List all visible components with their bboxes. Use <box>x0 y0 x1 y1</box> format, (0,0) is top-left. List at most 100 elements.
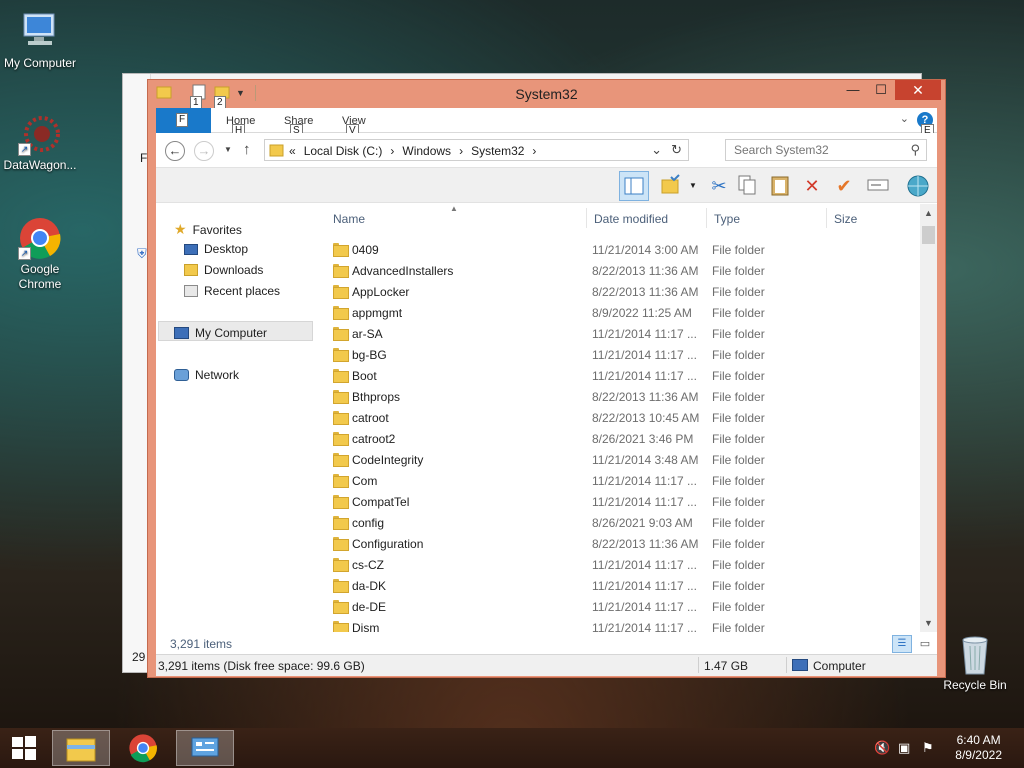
file-row[interactable]: AdvancedInstallers 8/22/2013 11:36 AM File… <box>326 260 916 281</box>
file-row[interactable]: appmgmt 8/9/2022 11:25 AM File folder <box>326 302 916 323</box>
column-header-date-modified[interactable]: Date modified <box>594 212 668 226</box>
preview-pane-icon[interactable] <box>619 171 649 201</box>
column-separator <box>826 208 827 228</box>
up-button[interactable]: ↑ <box>243 141 251 158</box>
folder-icon <box>333 432 349 446</box>
file-row[interactable]: bg-BG 11/21/2014 11:17 ... File folder <box>326 344 916 365</box>
address-bar[interactable]: « Local Disk (C:) › Windows › System32 ›… <box>264 139 689 161</box>
breadcrumb-local-disk[interactable]: Local Disk (C:) <box>304 144 383 158</box>
file-row[interactable]: CompatTel 11/21/2014 11:17 ... File folder <box>326 491 916 512</box>
file-name: AdvancedInstallers <box>352 264 454 278</box>
file-row[interactable]: da-DK 11/21/2014 11:17 ... File folder <box>326 575 916 596</box>
breadcrumb-windows[interactable]: Windows <box>402 144 451 158</box>
tab-share[interactable]: Share S <box>284 115 313 138</box>
desktop-icon-recycle-bin[interactable]: Recycle Bin <box>935 632 1015 693</box>
nav-item-recent-places[interactable]: Recent places <box>184 284 280 298</box>
folder-icon <box>333 390 349 404</box>
computer-icon <box>792 659 808 671</box>
file-name: Com <box>352 474 378 488</box>
search-input[interactable] <box>726 140 896 160</box>
folder-icon <box>333 453 349 467</box>
nav-item-desktop[interactable]: Desktop <box>184 242 248 256</box>
tab-home[interactable]: Home H <box>226 115 255 138</box>
minimize-button[interactable]: — <box>839 80 867 100</box>
file-row[interactable]: Bthprops 8/22/2013 11:36 AM File folder <box>326 386 916 407</box>
nav-item-downloads[interactable]: Downloads <box>184 263 263 277</box>
file-name: Configuration <box>352 537 424 551</box>
select-folder-icon[interactable] <box>659 174 683 198</box>
taskbar-control-panel[interactable] <box>176 730 234 766</box>
select-dropdown-icon[interactable]: ▼ <box>689 181 697 190</box>
copy-icon[interactable] <box>735 174 759 198</box>
file-row[interactable]: Boot 11/21/2014 11:17 ... File folder <box>326 365 916 386</box>
search-box[interactable]: ⚲ <box>725 139 927 161</box>
title-bar[interactable]: 1 2 ▼ System32 — ☐ ✕ <box>148 80 945 110</box>
delete-icon[interactable]: ✕ <box>800 174 824 198</box>
column-header-name[interactable]: Name <box>333 212 365 226</box>
details-view-button[interactable]: ☰ <box>892 635 912 653</box>
checkmark-icon[interactable]: ✔ <box>832 174 856 198</box>
file-row[interactable]: Dism 11/21/2014 11:17 ... File folder <box>326 617 916 632</box>
search-icon[interactable]: ⚲ <box>910 142 920 158</box>
scroll-up-icon[interactable]: ▲ <box>920 208 937 218</box>
breadcrumb-separator[interactable]: › <box>390 144 394 158</box>
file-type: File folder <box>712 558 765 572</box>
nav-item-favorites[interactable]: ★ Favorites <box>174 221 242 238</box>
file-row[interactable]: cs-CZ 11/21/2014 11:17 ... File folder <box>326 554 916 575</box>
scrollbar-thumb[interactable] <box>922 226 935 244</box>
back-button[interactable]: ← <box>165 141 185 161</box>
file-name: Boot <box>352 369 377 383</box>
expand-ribbon-icon[interactable]: ⌄ <box>900 112 909 125</box>
file-tab[interactable]: F <box>156 108 211 133</box>
desktop-icon-google-chrome[interactable]: ↗ Google Chrome <box>0 216 80 292</box>
column-header-type[interactable]: Type <box>714 212 740 226</box>
file-row[interactable]: 0409 11/21/2014 3:00 AM File folder <box>326 239 916 260</box>
nav-item-my-computer[interactable]: My Computer <box>174 326 267 340</box>
file-name: catroot2 <box>352 432 396 446</box>
paste-icon[interactable] <box>768 174 792 198</box>
file-row[interactable]: de-DE 11/21/2014 11:17 ... File folder <box>326 596 916 617</box>
volume-muted-icon[interactable]: 🔇 <box>874 740 890 756</box>
globe-icon[interactable] <box>906 174 930 198</box>
file-row[interactable]: AppLocker 8/22/2013 11:36 AM File folder <box>326 281 916 302</box>
scroll-down-icon[interactable]: ▼ <box>920 618 937 628</box>
column-header-size[interactable]: Size <box>834 212 857 226</box>
file-row[interactable]: catroot2 8/26/2021 3:46 PM File folder <box>326 428 916 449</box>
desktop-icon-datawagon[interactable]: ↗ DataWagon... <box>0 112 80 173</box>
taskbar-file-explorer[interactable] <box>52 730 110 766</box>
breadcrumb-separator[interactable]: › <box>532 144 536 158</box>
cut-icon[interactable]: ✂ <box>707 174 731 198</box>
clock-date: 8/9/2022 <box>955 748 1002 762</box>
start-button[interactable] <box>0 730 48 766</box>
maximize-button[interactable]: ☐ <box>867 80 895 100</box>
rename-icon[interactable] <box>866 174 890 198</box>
large-icons-view-button[interactable]: ▭ <box>916 635 934 653</box>
explorer-window[interactable]: 1 2 ▼ System32 — ☐ ✕ F Home H Share S Vi… <box>147 79 946 678</box>
vertical-scrollbar[interactable]: ▲ ▼ <box>920 204 937 632</box>
folder-icon <box>66 738 96 762</box>
file-name: cs-CZ <box>352 558 384 572</box>
breadcrumb-separator[interactable]: › <box>459 144 463 158</box>
clock[interactable]: 6:40 AM 8/9/2022 <box>955 733 1002 763</box>
file-row[interactable]: ar-SA 11/21/2014 11:17 ... File folder <box>326 323 916 344</box>
file-type: File folder <box>712 327 765 341</box>
file-row[interactable]: CodeIntegrity 11/21/2014 3:48 AM File fold… <box>326 449 916 470</box>
file-row[interactable]: config 8/26/2021 9:03 AM File folder <box>326 512 916 533</box>
breadcrumb-overflow[interactable]: « <box>289 144 296 158</box>
address-dropdown-icon[interactable]: ⌄ <box>651 142 662 158</box>
file-row[interactable]: Com 11/21/2014 11:17 ... File folder <box>326 470 916 491</box>
file-row[interactable]: Configuration 8/22/2013 11:36 AM File fold… <box>326 533 916 554</box>
breadcrumb-system32[interactable]: System32 <box>471 144 524 158</box>
recent-locations-icon[interactable]: ▼ <box>224 145 232 154</box>
network-tray-icon[interactable]: ▣ <box>898 740 910 756</box>
taskbar-chrome[interactable] <box>114 730 172 766</box>
desktop-icon-my-computer[interactable]: My Computer <box>0 10 80 71</box>
help-button[interactable]: ? E <box>917 112 934 138</box>
refresh-icon[interactable]: ↻ <box>671 142 682 158</box>
nav-item-network[interactable]: Network <box>174 368 239 382</box>
tab-view[interactable]: View V <box>342 115 366 138</box>
file-row[interactable]: catroot 8/22/2013 10:45 AM File folder <box>326 407 916 428</box>
close-button[interactable]: ✕ <box>895 80 941 100</box>
forward-button[interactable]: → <box>194 141 214 161</box>
action-center-icon[interactable]: ⚑ <box>922 740 934 756</box>
